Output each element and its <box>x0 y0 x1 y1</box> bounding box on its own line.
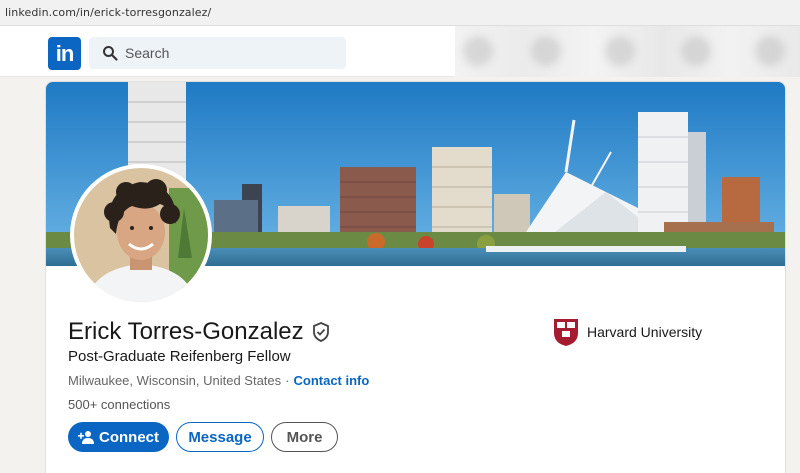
profile-headline: Post-Graduate Reifenberg Fellow <box>68 348 291 365</box>
profile-card: Erick Torres-Gonzalez Post-Graduate Reif… <box>45 81 786 473</box>
profile-name: Erick Torres-Gonzalez <box>68 318 304 345</box>
harvard-shield-icon <box>554 319 578 346</box>
connect-label: Connect <box>99 428 159 446</box>
search-box[interactable] <box>89 37 346 69</box>
name-row: Erick Torres-Gonzalez <box>68 318 330 346</box>
message-button[interactable]: Message <box>176 422 264 452</box>
browser-address-bar[interactable]: linkedin.com/in/erick-torresgonzalez/ <box>0 0 800 26</box>
more-button[interactable]: More <box>271 422 338 452</box>
message-label: Message <box>188 428 252 446</box>
search-icon <box>103 46 118 61</box>
separator-dot: · <box>285 373 290 388</box>
avatar <box>74 168 208 302</box>
search-input[interactable] <box>125 37 335 69</box>
more-label: More <box>286 428 323 446</box>
location-row: Milwaukee, Wisconsin, United States · Co… <box>68 373 369 388</box>
profile-photo[interactable] <box>70 164 212 306</box>
education-link[interactable]: Harvard University <box>552 317 702 347</box>
nav-icons-blurred <box>455 26 800 77</box>
contact-info-link[interactable]: Contact info <box>294 373 370 388</box>
verified-shield-icon[interactable] <box>312 322 330 342</box>
school-name: Harvard University <box>587 324 703 340</box>
linkedin-logo[interactable]: in <box>48 37 81 70</box>
add-person-icon <box>78 431 94 444</box>
connections-count[interactable]: 500+ connections <box>68 397 170 412</box>
connect-button[interactable]: Connect <box>68 422 169 452</box>
url-text[interactable]: linkedin.com/in/erick-torresgonzalez/ <box>5 6 211 19</box>
profile-location: Milwaukee, Wisconsin, United States <box>68 373 282 388</box>
top-navbar: in <box>0 26 800 77</box>
